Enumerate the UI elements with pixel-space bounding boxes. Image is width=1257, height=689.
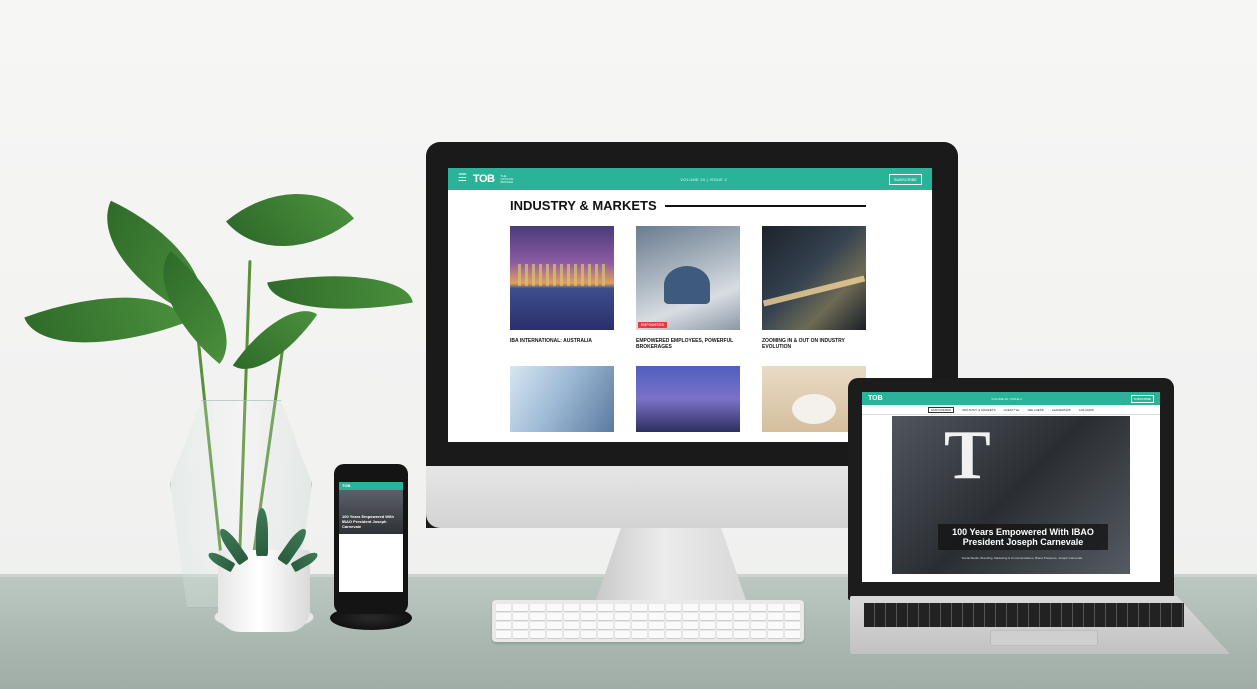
article-title[interactable]: IBA INTERNATIONAL: AUSTRALIA [510, 338, 614, 344]
laptop-hero-title[interactable]: 100 Years Empowered With IBAO President … [938, 524, 1108, 550]
article-card[interactable] [510, 366, 614, 432]
article-card[interactable] [636, 366, 740, 432]
nav-item-empowered[interactable]: EMPOWERED [928, 406, 955, 413]
category-badge: EMPOWERED [638, 322, 668, 328]
article-thumbnail[interactable] [636, 366, 740, 432]
nav-item-wellness[interactable]: WELLNESS [1027, 408, 1043, 412]
plant-leaf [225, 157, 355, 283]
phone-site-header[interactable]: TOB [339, 482, 403, 490]
article-card[interactable]: ZOOMING IN & OUT ON INDUSTRY EVOLUTION [762, 226, 866, 350]
imac-stand [596, 522, 746, 600]
article-thumbnail[interactable]: EMPOWERED [636, 226, 740, 330]
article-card[interactable]: EMPOWERED EMPOWERED EMPLOYEES, POWERFUL … [636, 226, 740, 350]
site-header: ☰ TOB THE OFFICIAL BROKER VOLUME 20 | IS… [448, 168, 932, 190]
site-logo-subtitle: THE OFFICIAL BROKER [500, 173, 514, 184]
phone-hero-title[interactable]: 100 Years Empowered With IBAO President … [339, 490, 403, 534]
hamburger-icon[interactable]: ☰ [458, 174, 467, 184]
laptop-hero-image[interactable]: 100 Years Empowered With IBAO President … [892, 416, 1130, 574]
site-logo[interactable]: TOB [473, 173, 495, 185]
article-card[interactable]: IBA INTERNATIONAL: AUSTRALIA [510, 226, 614, 350]
nav-item-industry[interactable]: INDUSTRY & MARKETS [962, 408, 995, 412]
laptop-site-header: TOB VOLUME 20 | ISSUE 2 SUBSCRIBE [862, 392, 1160, 405]
laptop-nav: EMPOWERED INDUSTRY & MARKETS LIFESTYLE W… [862, 405, 1160, 415]
article-thumbnail[interactable] [510, 366, 614, 432]
laptop-site-logo[interactable]: TOB [868, 395, 883, 402]
section-title: INDUSTRY & MARKETS [510, 198, 657, 213]
article-title[interactable]: ZOOMING IN & OUT ON INDUSTRY EVOLUTION [762, 338, 866, 350]
section-heading: INDUSTRY & MARKETS [510, 198, 866, 213]
issue-label: VOLUME 20 | ISSUE 2 [680, 176, 728, 182]
section-rule [664, 204, 866, 207]
nav-item-leadership[interactable]: LEADERSHIP [1052, 408, 1071, 412]
article-thumbnail[interactable] [762, 226, 866, 330]
laptop-subscribe-button[interactable]: SUBSCRIBE [1130, 394, 1154, 403]
laptop-hero-subtitle: Social Media, Branding, Marketing & Comm… [961, 556, 1083, 560]
laptop-screen: TOB VOLUME 20 | ISSUE 2 SUBSCRIBE EMPOWE… [862, 392, 1160, 582]
laptop-keyboard [864, 603, 1184, 627]
laptop-trackpad [990, 630, 1098, 646]
article-thumbnail[interactable] [510, 226, 614, 330]
subscribe-button[interactable]: SUBSCRIBE [888, 173, 922, 185]
keyboard [492, 600, 804, 642]
article-grid: IBA INTERNATIONAL: AUSTRALIA EMPOWERED E… [510, 226, 868, 432]
succulent-leaf [256, 508, 268, 556]
laptop-issue-label: VOLUME 20 | ISSUE 2 [991, 396, 1023, 401]
article-title[interactable]: EMPOWERED EMPLOYEES, POWERFUL BROKERAGES [636, 338, 740, 350]
phone-screen: TOB 100 Years Empowered With IBAO Presid… [339, 482, 403, 592]
nav-item-columns[interactable]: COLUMNS [1079, 408, 1094, 412]
nav-item-lifestyle[interactable]: LIFESTYLE [1004, 408, 1020, 412]
